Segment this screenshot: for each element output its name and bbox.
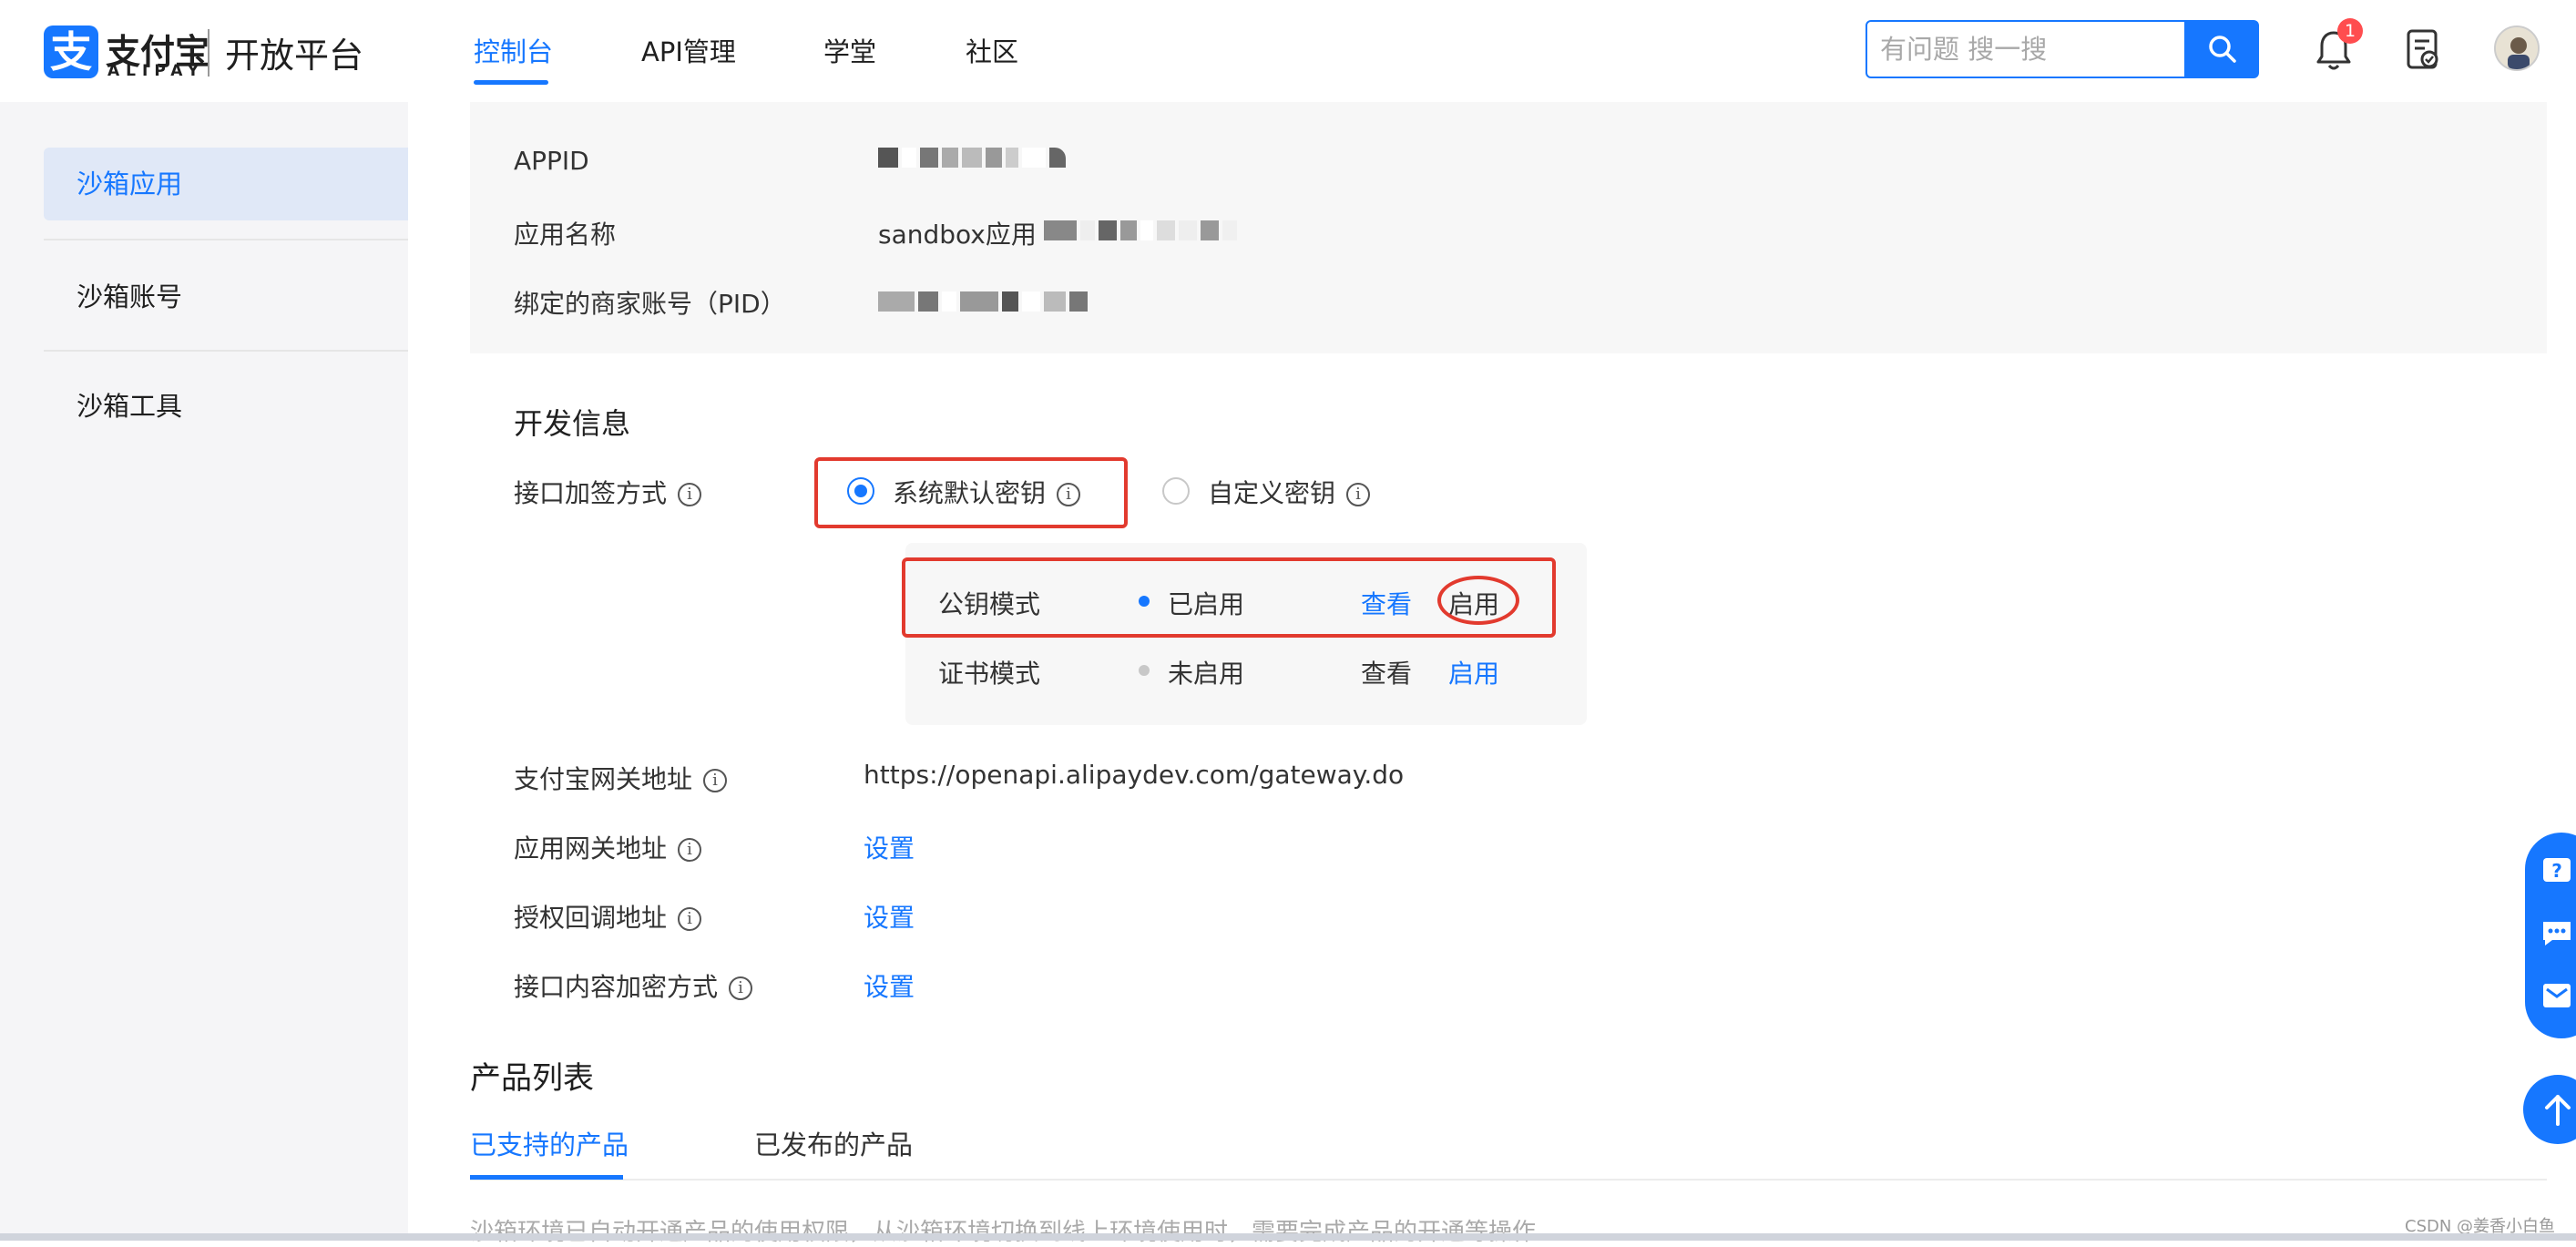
cert-view-link[interactable]: 查看: [1361, 654, 1412, 690]
logo-text-en: ALIPAY: [107, 62, 206, 80]
nav-active-indicator: [474, 80, 548, 85]
app-name-label: 应用名称: [514, 220, 617, 250]
custom-key-text: 自定义密钥: [1208, 478, 1336, 508]
info-icon[interactable]: i: [703, 769, 728, 792]
callback-set-link[interactable]: 设置: [864, 898, 915, 935]
sidebar-item-sandbox-tools[interactable]: 沙箱工具: [44, 370, 408, 443]
public-key-view-link[interactable]: 查看: [1361, 585, 1412, 621]
pid-value-masked: [878, 291, 1091, 312]
sign-method-label-text: 接口加签方式: [514, 478, 668, 508]
nav-academy[interactable]: 学堂: [823, 31, 876, 69]
app-name-value: sandbox应用: [878, 220, 1037, 250]
gateway-url: https://openapi.alipaydev.com/gateway.do: [864, 760, 1405, 790]
highlight-circle-enable: [1437, 576, 1519, 625]
system-default-key-label[interactable]: 系统默认密钥 i: [893, 474, 1081, 510]
info-icon[interactable]: i: [729, 976, 753, 1000]
dev-info-title: 开发信息: [514, 406, 631, 441]
sidebar-item-sandbox-app[interactable]: 沙箱应用: [44, 148, 408, 220]
logo-divider: [208, 29, 210, 77]
task-list-icon[interactable]: [2405, 27, 2441, 71]
public-key-mode-status: 已启用: [1168, 589, 1245, 619]
info-icon[interactable]: i: [1346, 483, 1371, 506]
app-name-value-masked: [1044, 220, 1241, 240]
top-header: 支 支付宝 ALIPAY 开放平台 控制台 API管理 学堂 社区 1: [0, 0, 2576, 102]
sidebar-divider: [44, 350, 408, 352]
user-avatar[interactable]: [2494, 26, 2540, 71]
system-default-key-text: 系统默认密钥: [893, 478, 1047, 508]
svg-text:?: ?: [2551, 860, 2562, 882]
chat-icon[interactable]: [2540, 916, 2576, 953]
search-icon: [2209, 36, 2236, 63]
status-dot-enabled: [1139, 596, 1150, 607]
tab-published-products[interactable]: 已发布的产品: [754, 1124, 913, 1162]
search-button[interactable]: [2186, 20, 2259, 78]
feedback-icon[interactable]: [2540, 978, 2576, 1015]
floating-toolbar: ?: [2525, 833, 2576, 1038]
tab-supported-products[interactable]: 已支持的产品: [470, 1124, 629, 1162]
sign-method-label: 接口加签方式 i: [514, 474, 702, 510]
public-key-mode-label: 公钥模式: [938, 589, 1041, 619]
notification-badge: 1: [2337, 18, 2363, 44]
product-list-title: 产品列表: [470, 1060, 594, 1097]
callback-label-text: 授权回调地址: [514, 903, 668, 933]
cert-enable-link[interactable]: 启用: [1448, 654, 1499, 690]
gateway-label-text: 支付宝网关地址: [514, 764, 693, 794]
radio-custom-key[interactable]: [1162, 477, 1190, 505]
sidebar-divider: [44, 239, 408, 240]
cert-mode-label: 证书模式: [938, 659, 1041, 689]
pid-label: 绑定的商家账号（PID）: [514, 289, 786, 319]
nav-community[interactable]: 社区: [966, 31, 1018, 69]
encrypt-label-text: 接口内容加密方式: [514, 972, 719, 1002]
search-input[interactable]: [1880, 31, 2181, 67]
appid-value-masked: [878, 148, 1069, 168]
app-gateway-set-link[interactable]: 设置: [864, 829, 915, 865]
platform-title: 开放平台: [225, 36, 364, 76]
callback-label: 授权回调地址 i: [514, 898, 702, 935]
tab-active-indicator: [470, 1175, 623, 1180]
encrypt-set-link[interactable]: 设置: [864, 967, 915, 1004]
info-icon[interactable]: i: [1057, 483, 1081, 506]
app-gateway-label-text: 应用网关地址: [514, 833, 668, 864]
info-icon[interactable]: i: [678, 907, 702, 931]
avatar-image-icon: [2496, 27, 2538, 69]
help-icon[interactable]: ?: [2540, 854, 2576, 891]
info-icon[interactable]: i: [678, 838, 702, 862]
custom-key-label[interactable]: 自定义密钥 i: [1208, 474, 1371, 510]
arrow-up-icon: [2545, 1095, 2571, 1126]
alipay-logo-icon[interactable]: 支: [44, 26, 98, 78]
status-dot-disabled: [1139, 665, 1150, 676]
encrypt-label: 接口内容加密方式 i: [514, 967, 753, 1004]
nav-console[interactable]: 控制台: [474, 31, 553, 69]
app-gateway-label: 应用网关地址 i: [514, 829, 702, 865]
appid-label: APPID: [514, 146, 589, 176]
gateway-label: 支付宝网关地址 i: [514, 760, 728, 796]
tabs-divider: [470, 1179, 2547, 1181]
info-icon[interactable]: i: [678, 483, 702, 506]
bottom-edge: [0, 1233, 2576, 1241]
nav-api-management[interactable]: API管理: [641, 31, 736, 69]
sandbox-notice: 沙箱环境已自动开通产品的使用权限，从沙箱环境切换到线上环境使用时，需要完成产品的…: [470, 1219, 1537, 1246]
cert-mode-status: 未启用: [1168, 659, 1245, 689]
sidebar-item-sandbox-account[interactable]: 沙箱账号: [44, 261, 408, 333]
radio-system-default-key[interactable]: [847, 477, 874, 505]
